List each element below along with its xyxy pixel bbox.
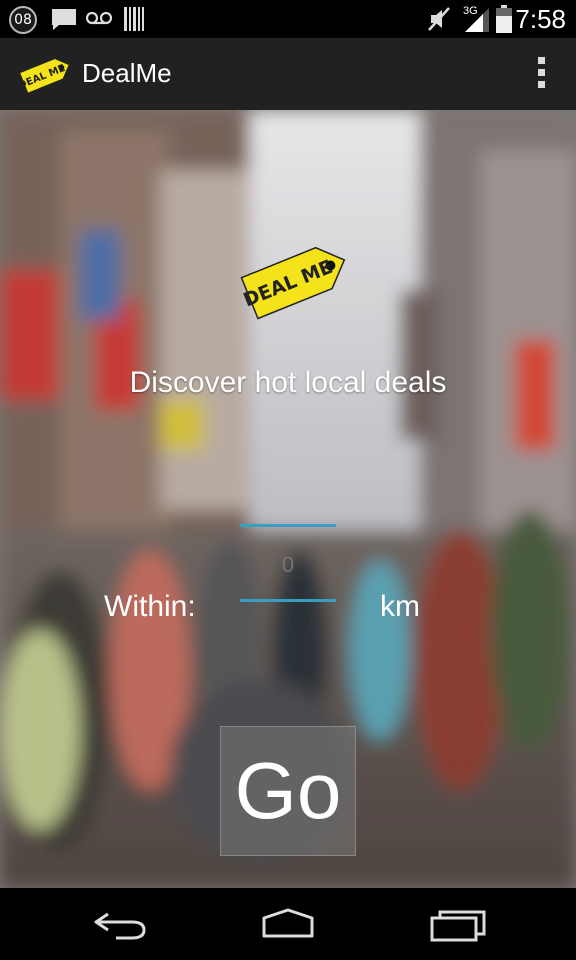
clock-time: 7:58: [515, 4, 566, 34]
action-bar: DEAL ME DealMe: [0, 38, 576, 111]
unit-label: km: [380, 590, 420, 623]
mute-icon: [428, 7, 450, 31]
app-title: DealMe: [82, 58, 172, 88]
screen: 08 3G 7:58 DEAL ME DealMe DEAL ME Discov…: [0, 0, 576, 960]
notification-count-badge: 08: [9, 6, 37, 34]
distance-field-underline: [240, 599, 336, 602]
navigation-bar: [0, 888, 576, 960]
distance-input[interactable]: [240, 550, 336, 580]
main-content: DEAL ME Discover hot local deals Within:…: [0, 110, 576, 888]
signal-icon: [465, 8, 489, 32]
back-icon[interactable]: [90, 906, 150, 942]
distance-field-top-line: [240, 524, 336, 527]
home-icon[interactable]: [258, 906, 318, 942]
barcode-icon: [124, 7, 144, 31]
go-button[interactable]: Go: [220, 726, 356, 856]
deal-me-hero-logo: DEAL ME: [240, 246, 346, 320]
within-label: Within:: [104, 590, 196, 623]
message-icon: [52, 9, 76, 30]
overflow-menu-icon[interactable]: [536, 57, 546, 91]
recent-apps-icon[interactable]: [428, 906, 488, 942]
deal-me-logo-icon[interactable]: DEAL ME: [18, 51, 74, 97]
battery-icon: [496, 5, 512, 33]
tagline: Discover hot local deals: [129, 366, 447, 399]
voicemail-icon: [86, 11, 112, 25]
status-bar: 08 3G 7:58: [0, 0, 576, 38]
